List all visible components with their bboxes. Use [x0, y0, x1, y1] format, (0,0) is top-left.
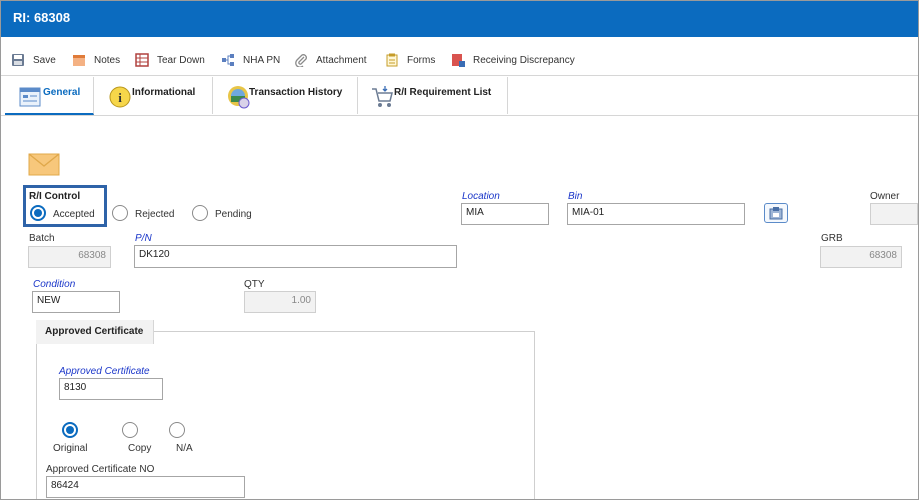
radio-copy[interactable]: [122, 422, 138, 438]
receiving-discrepancy-button[interactable]: Receiving Discrepancy: [451, 52, 575, 68]
radio-pending[interactable]: [192, 205, 208, 221]
bin-lookup-icon: [769, 206, 783, 223]
nha-pn-label: NHA PN: [243, 54, 281, 66]
discrepancy-icon: [451, 53, 465, 67]
tab-general-label: General: [43, 87, 81, 98]
bin-field[interactable]: MIA-01: [567, 203, 745, 225]
cart-icon: [370, 85, 394, 112]
condition-field[interactable]: NEW: [32, 291, 120, 313]
tab-transaction-history[interactable]: Transaction History: [213, 77, 358, 114]
tear-down-button[interactable]: Tear Down: [135, 52, 205, 68]
radio-na[interactable]: [169, 422, 185, 438]
grb-label: GRB: [821, 233, 843, 244]
tab-informational-label: Informational: [132, 87, 196, 98]
batch-field[interactable]: 68308: [28, 246, 111, 268]
paperclip-icon: [294, 53, 308, 68]
bin-label: Bin: [568, 191, 583, 202]
svg-text:i: i: [118, 90, 122, 105]
tab-requirement-list[interactable]: R/I Requirement List: [358, 77, 508, 114]
location-field[interactable]: MIA: [461, 203, 549, 225]
radio-pending-label: Pending: [215, 209, 252, 220]
tear-down-label: Tear Down: [157, 54, 205, 66]
tab-informational[interactable]: i Informational: [94, 77, 213, 114]
title-bar: RI: 68308: [1, 1, 918, 37]
batch-label: Batch: [29, 233, 55, 244]
approved-certificate-title: Approved Certificate: [45, 326, 144, 337]
approved-certificate-no-field[interactable]: 86424: [46, 476, 245, 498]
owner-label: Owner: [870, 191, 900, 202]
radio-original-label: Original: [53, 443, 88, 454]
bin-lookup-button[interactable]: [764, 203, 788, 223]
forms-button[interactable]: Forms: [385, 52, 435, 68]
ri-window: RI: 68308 Save Notes Tear Down NHA PN At…: [0, 0, 919, 500]
forms-label: Forms: [407, 54, 436, 66]
floppy-disk-icon: [11, 53, 25, 67]
attachment-button[interactable]: Attachment: [294, 52, 367, 68]
radio-accepted-label: Accepted: [53, 209, 95, 220]
radio-na-label: N/A: [176, 443, 193, 454]
notes-icon: [72, 53, 86, 67]
approved-certificate-no-label: Approved Certificate NO: [46, 464, 155, 475]
qty-label: QTY: [244, 279, 265, 290]
radio-copy-label: Copy: [128, 443, 152, 454]
toolbar: Save Notes Tear Down NHA PN Attachment F…: [1, 45, 918, 76]
info-icon: i: [109, 86, 131, 111]
pn-field[interactable]: DK120: [134, 245, 457, 268]
radio-original[interactable]: [62, 422, 78, 438]
grb-field[interactable]: 68308: [820, 246, 902, 268]
clipboard-icon: [385, 53, 399, 67]
tab-bar: General i Informational Transaction Hist…: [1, 77, 918, 116]
attachment-label: Attachment: [316, 54, 367, 66]
envelope-icon[interactable]: [28, 153, 60, 180]
radio-accepted[interactable]: [30, 205, 46, 221]
radio-rejected-label: Rejected: [135, 209, 175, 220]
qty-field[interactable]: 1.00: [244, 291, 316, 313]
tab-general[interactable]: General: [5, 77, 94, 115]
ri-control-label: R/I Control: [29, 191, 81, 202]
owner-field[interactable]: [870, 203, 918, 225]
tab-requirement-list-label: R/I Requirement List: [394, 87, 492, 98]
radio-rejected[interactable]: [112, 205, 128, 221]
approved-certificate-label: Approved Certificate: [59, 366, 150, 377]
tab-transaction-history-label: Transaction History: [249, 87, 343, 98]
receiving-discrepancy-label: Receiving Discrepancy: [473, 54, 575, 66]
nha-pn-button[interactable]: NHA PN: [221, 52, 280, 68]
notes-button[interactable]: Notes: [72, 52, 120, 68]
grid-icon: [135, 53, 149, 67]
pn-label: P/N: [135, 233, 152, 244]
hierarchy-icon: [221, 53, 235, 67]
history-icon: [227, 85, 251, 112]
location-label: Location: [462, 191, 500, 202]
window-title: RI: 68308: [13, 10, 71, 25]
approved-certificate-header: Approved Certificate: [36, 320, 154, 344]
condition-label: Condition: [33, 279, 76, 290]
save-button[interactable]: Save: [11, 52, 56, 68]
save-label: Save: [33, 54, 56, 66]
notes-label: Notes: [94, 54, 121, 66]
approved-certificate-field[interactable]: 8130: [59, 378, 163, 400]
form-icon: [19, 87, 41, 110]
